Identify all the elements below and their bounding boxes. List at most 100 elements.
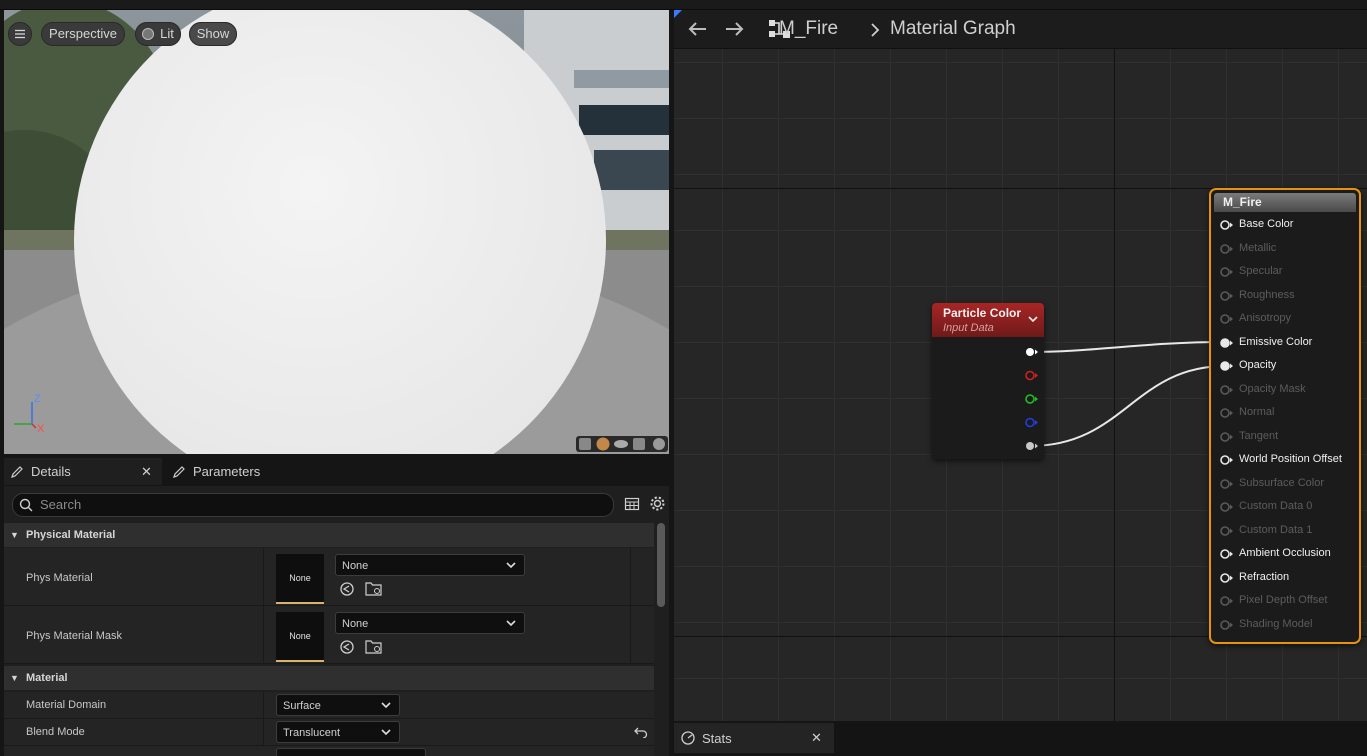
reset-to-default-icon[interactable] — [634, 726, 648, 738]
lit-icon — [142, 28, 154, 40]
scrollbar-thumb[interactable] — [657, 523, 665, 607]
chevron-down-icon — [506, 562, 516, 569]
table-view-icon[interactable] — [624, 496, 640, 512]
particle-color-node[interactable]: Particle Color Input Data — [932, 303, 1044, 459]
wire-emissive — [1029, 341, 1227, 353]
input-pin-row[interactable]: Tangent — [1211, 426, 1357, 448]
section-material[interactable]: ▼ Material — [4, 666, 654, 690]
pin-icon — [1220, 337, 1233, 348]
pin-icon — [1220, 243, 1233, 254]
cylinder-icon — [579, 438, 591, 450]
input-pin-row[interactable]: Custom Data 0 — [1211, 496, 1357, 518]
viewport-menu-button[interactable] — [8, 22, 32, 46]
stats-icon — [681, 731, 695, 745]
blend-mode-dropdown[interactable]: Translucent — [276, 721, 400, 743]
input-pin-row[interactable]: Roughness — [1211, 285, 1357, 307]
node-title: M_Fire — [1223, 195, 1262, 209]
output-pin[interactable] — [1026, 348, 1038, 356]
phys-material-mask-dropdown[interactable]: None — [335, 612, 525, 634]
preview-mesh-toolbar — [576, 436, 668, 452]
viewport[interactable]: Perspective Lit Show Z X — [4, 10, 669, 454]
input-pin-label: Base Color — [1239, 218, 1294, 230]
pin-icon — [1220, 619, 1233, 630]
input-pin-row[interactable]: Specular — [1211, 261, 1357, 283]
input-pin-row[interactable]: Ambient Occlusion — [1211, 543, 1357, 565]
tab-stats[interactable]: Stats ✕ — [674, 723, 834, 753]
pin-icon — [1220, 572, 1233, 583]
output-pin[interactable] — [1026, 442, 1038, 450]
input-pin-row[interactable]: World Position Offset — [1211, 449, 1357, 471]
viewport-scene — [4, 10, 669, 454]
perspective-label: Perspective — [49, 26, 117, 41]
search-placeholder: Search — [40, 497, 82, 512]
asset-thumbnail[interactable]: None — [276, 554, 324, 604]
input-pin-label: Pixel Depth Offset — [1239, 594, 1328, 606]
input-pin-row[interactable]: Emissive Color — [1211, 332, 1357, 354]
input-pin-row[interactable]: Refraction — [1211, 567, 1357, 589]
input-pin-row[interactable]: Subsurface Color — [1211, 473, 1357, 495]
axis-z-label: Z — [34, 393, 41, 405]
bottom-tabbar — [834, 723, 1367, 756]
chevron-down-icon — [381, 702, 391, 709]
shading-model-dropdown[interactable] — [276, 748, 426, 756]
input-pin-label: Opacity Mask — [1239, 382, 1306, 395]
input-pin-row[interactable]: Base Color — [1211, 214, 1357, 236]
chevron-down-icon[interactable] — [1028, 315, 1038, 323]
input-pin-row[interactable]: Opacity Mask — [1211, 379, 1357, 401]
pin-icon — [1220, 314, 1233, 324]
pin-icon — [1220, 220, 1233, 230]
phys-material-label: Phys Material — [26, 572, 93, 584]
section-physical-material-title: Physical Material — [26, 529, 116, 541]
axis-x-label: X — [37, 423, 45, 435]
find-in-browser-icon[interactable] — [365, 638, 383, 655]
dropdown-value: None — [342, 618, 369, 630]
title-strip — [0, 0, 1367, 10]
search-input[interactable]: Search — [12, 493, 614, 517]
material-graph-canvas[interactable]: M_Fire Material Graph Particle Color Inp… — [674, 10, 1367, 721]
output-pin[interactable] — [1025, 394, 1038, 404]
cube-icon — [633, 438, 645, 450]
input-pin-row[interactable]: Pixel Depth Offset — [1211, 590, 1357, 612]
chevron-down-icon — [506, 620, 516, 627]
input-pin-row[interactable]: Opacity — [1211, 355, 1357, 377]
tab-details[interactable]: Details ✕ — [4, 458, 162, 485]
details-panel: Details ✕ Parameters Search ▼ Physical M… — [4, 458, 669, 756]
perspective-button[interactable]: Perspective — [41, 22, 125, 46]
section-physical-material[interactable]: ▼ Physical Material — [4, 523, 654, 547]
browse-to-asset-icon[interactable] — [339, 581, 355, 597]
axis-gizmo — [14, 402, 37, 429]
close-icon[interactable]: ✕ — [811, 730, 822, 746]
output-pin[interactable] — [1025, 417, 1038, 428]
input-pin-label: Refraction — [1239, 570, 1290, 583]
browse-to-asset-icon[interactable] — [339, 639, 355, 655]
pin-icon — [1220, 431, 1233, 442]
show-button[interactable]: Show — [189, 22, 237, 46]
output-pin[interactable] — [1025, 370, 1038, 381]
asset-thumbnail[interactable]: None — [276, 612, 324, 662]
property-row: Phys Material None None — [4, 548, 654, 606]
input-pin-label: Opacity — [1239, 359, 1277, 371]
pencil-icon — [173, 466, 185, 478]
input-pin-row[interactable]: Custom Data 1 — [1211, 520, 1357, 542]
output-material-node[interactable]: M_Fire Base Color Metallic Specular Roughne… — [1209, 188, 1361, 644]
node-subtitle: Input Data — [943, 322, 994, 334]
material-domain-dropdown[interactable]: Surface — [276, 694, 400, 716]
thumbnail-text: None — [289, 631, 311, 641]
pin-icon — [1220, 290, 1233, 301]
input-pin-row[interactable]: Shading Model — [1211, 614, 1357, 636]
input-pin-label: Subsurface Color — [1239, 476, 1324, 489]
input-pin-label: Normal — [1239, 406, 1275, 418]
input-pin-row[interactable]: Normal — [1211, 402, 1357, 424]
input-pin-label: Shading Model — [1239, 617, 1313, 630]
show-label: Show — [196, 26, 230, 41]
collapse-arrow-icon: ▼ — [10, 673, 19, 683]
settings-gear-icon[interactable] — [649, 495, 666, 512]
lit-button[interactable]: Lit — [135, 22, 181, 46]
pin-icon — [1220, 384, 1233, 395]
phys-material-dropdown[interactable]: None — [335, 554, 525, 576]
input-pin-row[interactable]: Anisotropy — [1211, 308, 1357, 330]
tab-parameters[interactable]: Parameters — [170, 458, 290, 485]
close-icon[interactable]: ✕ — [141, 458, 152, 485]
find-in-browser-icon[interactable] — [365, 580, 383, 597]
input-pin-row[interactable]: Metallic — [1211, 238, 1357, 260]
